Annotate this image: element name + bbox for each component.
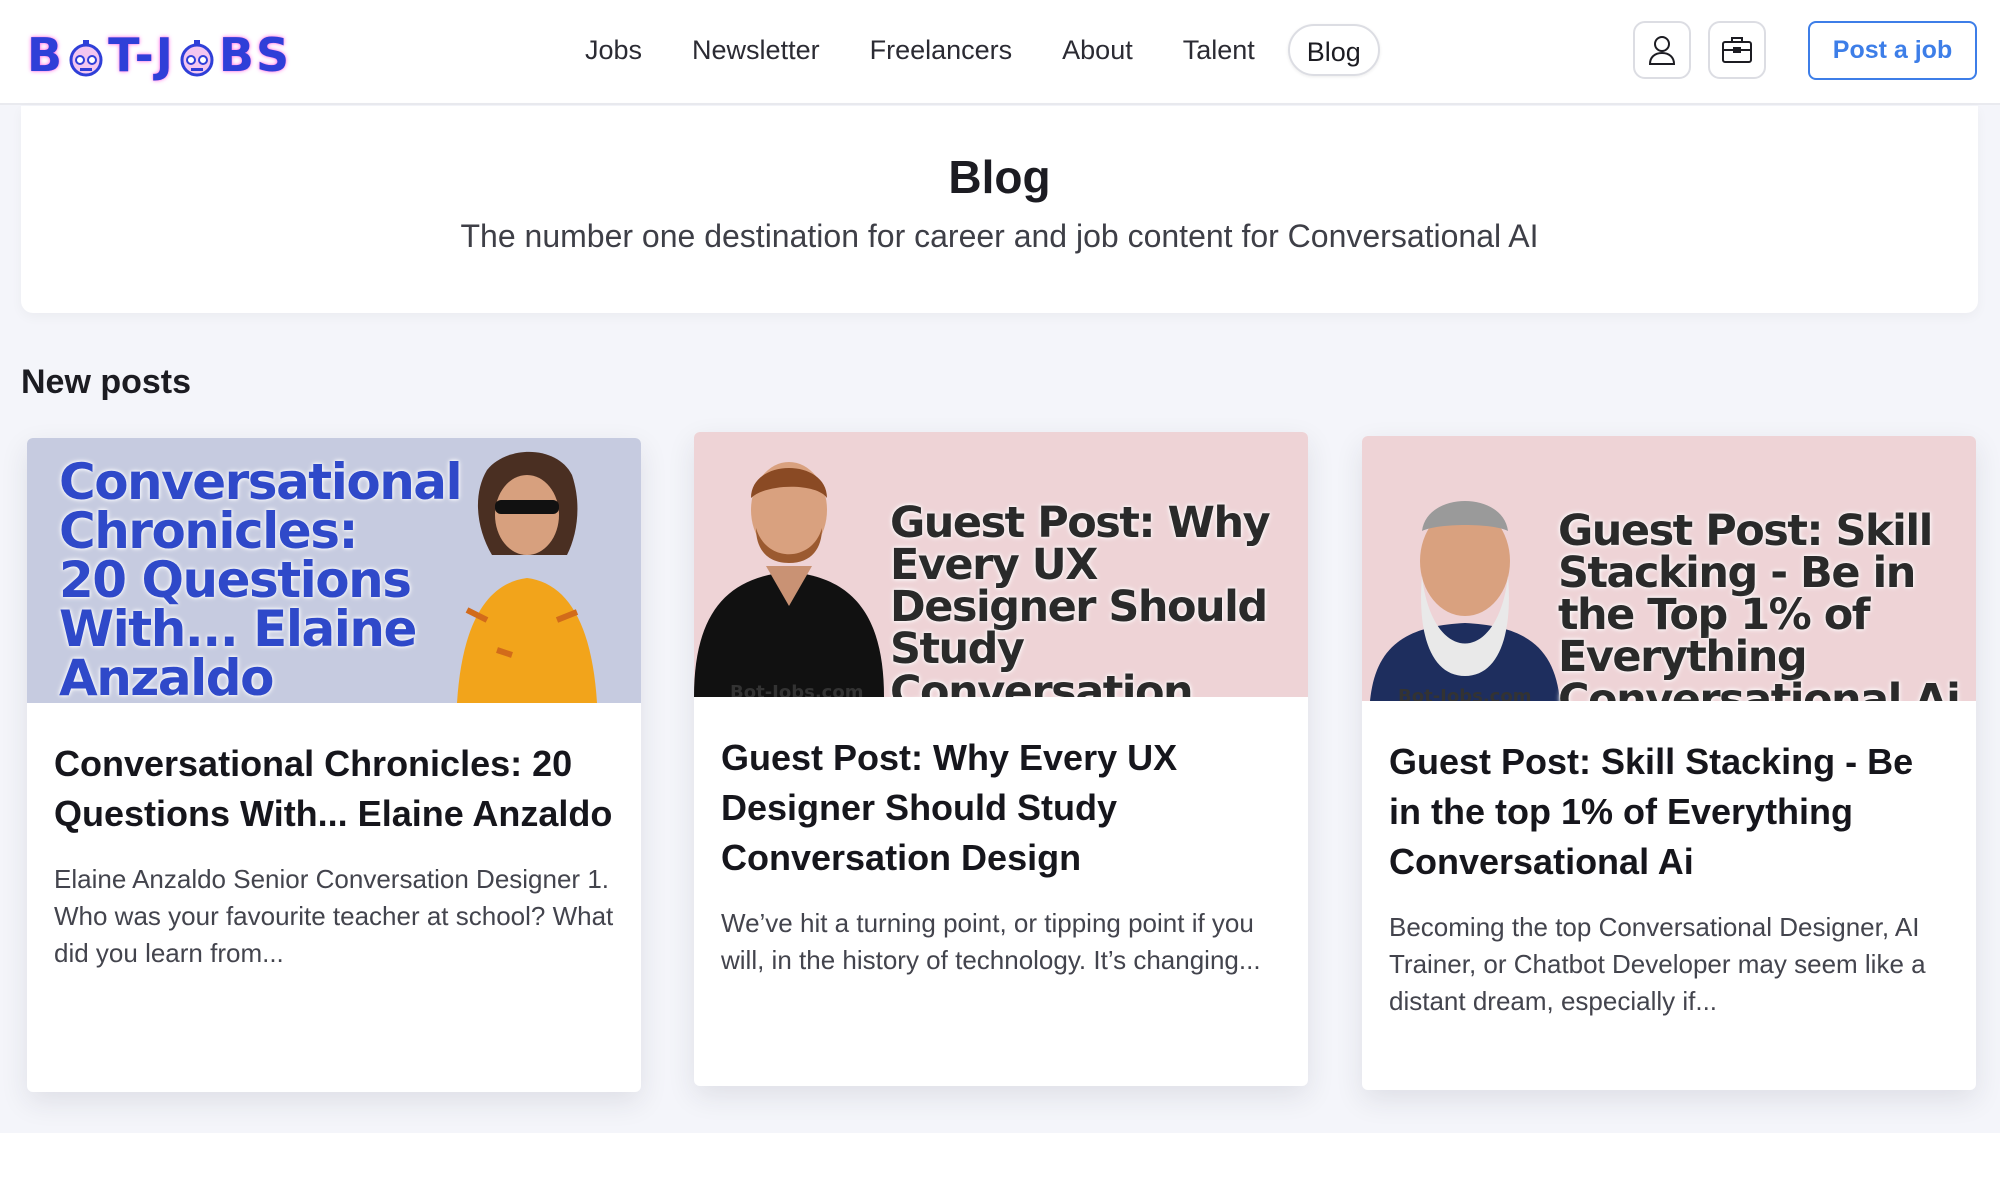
person-photo	[694, 462, 884, 697]
person-photo	[1370, 501, 1560, 701]
person-photo	[457, 451, 597, 703]
post-card[interactable]: Guest Post: Why Every UX Designer Should…	[694, 432, 1308, 1086]
main-content: Blog The number one destination for care…	[0, 105, 2000, 1133]
robot-icon	[66, 35, 106, 77]
logo-letters-right: BS	[218, 28, 292, 82]
site-logo[interactable]: B T-J BS	[27, 28, 292, 82]
post-excerpt: Elaine Anzaldo Senior Conversation Desig…	[54, 864, 614, 968]
page-footer-area	[0, 1133, 2000, 1199]
post-title[interactable]: Conversational Chronicles: 20 Questions …	[54, 739, 614, 839]
site-header: B T-J BS Jobs Newsletter Freelancers Abo…	[0, 0, 2000, 105]
post-image-caption: Guest Post: Skill Stacking - Be in the T…	[1558, 506, 1961, 701]
image-watermark: Bot-Jobs.com	[730, 682, 864, 697]
post-card[interactable]: Guest Post: Skill Stacking - Be in the T…	[1362, 436, 1976, 1090]
logo-letter-b: B	[27, 28, 65, 82]
logo-letters-mid: T-J	[108, 28, 175, 82]
nav-item-talent[interactable]: Talent	[1158, 24, 1280, 76]
post-image: Conversational Chronicles: 20 Questions …	[27, 438, 641, 703]
post-image-caption: Conversational Chronicles: 20 Questions …	[59, 453, 463, 703]
page-subtitle: The number one destination for career an…	[460, 218, 1539, 254]
employer-button[interactable]	[1708, 21, 1766, 79]
blog-hero: Blog The number one destination for care…	[21, 106, 1978, 313]
post-image: Guest Post: Why Every UX Designer Should…	[694, 432, 1308, 697]
account-button[interactable]	[1633, 21, 1691, 79]
user-icon	[1648, 36, 1676, 65]
image-watermark: Bot-Jobs.com	[1398, 686, 1532, 701]
post-image: Guest Post: Skill Stacking - Be in the T…	[1362, 436, 1976, 701]
briefcase-icon	[1722, 37, 1752, 63]
nav-item-jobs[interactable]: Jobs	[560, 24, 667, 76]
post-excerpt: We’ve hit a turning point, or tipping po…	[721, 908, 1261, 975]
post-title[interactable]: Guest Post: Skill Stacking - Be in the t…	[1389, 737, 1949, 887]
nav-item-blog[interactable]: Blog	[1287, 24, 1380, 76]
section-title: New posts	[21, 363, 192, 401]
page-title: Blog	[948, 151, 1051, 203]
nav-item-about[interactable]: About	[1037, 24, 1158, 76]
post-excerpt: Becoming the top Conversational Designer…	[1389, 912, 1926, 1016]
nav-item-newsletter[interactable]: Newsletter	[667, 24, 845, 76]
post-image-caption: Guest Post: Why Every UX Designer Should…	[890, 498, 1271, 697]
main-nav: Jobs Newsletter Freelancers About Talent…	[560, 22, 1380, 78]
nav-item-freelancers[interactable]: Freelancers	[845, 24, 1038, 76]
post-job-button[interactable]: Post a job	[1808, 21, 1977, 80]
post-title[interactable]: Guest Post: Why Every UX Designer Should…	[721, 733, 1281, 883]
robot-icon	[177, 35, 217, 77]
post-card[interactable]: Conversational Chronicles: 20 Questions …	[27, 438, 641, 1092]
